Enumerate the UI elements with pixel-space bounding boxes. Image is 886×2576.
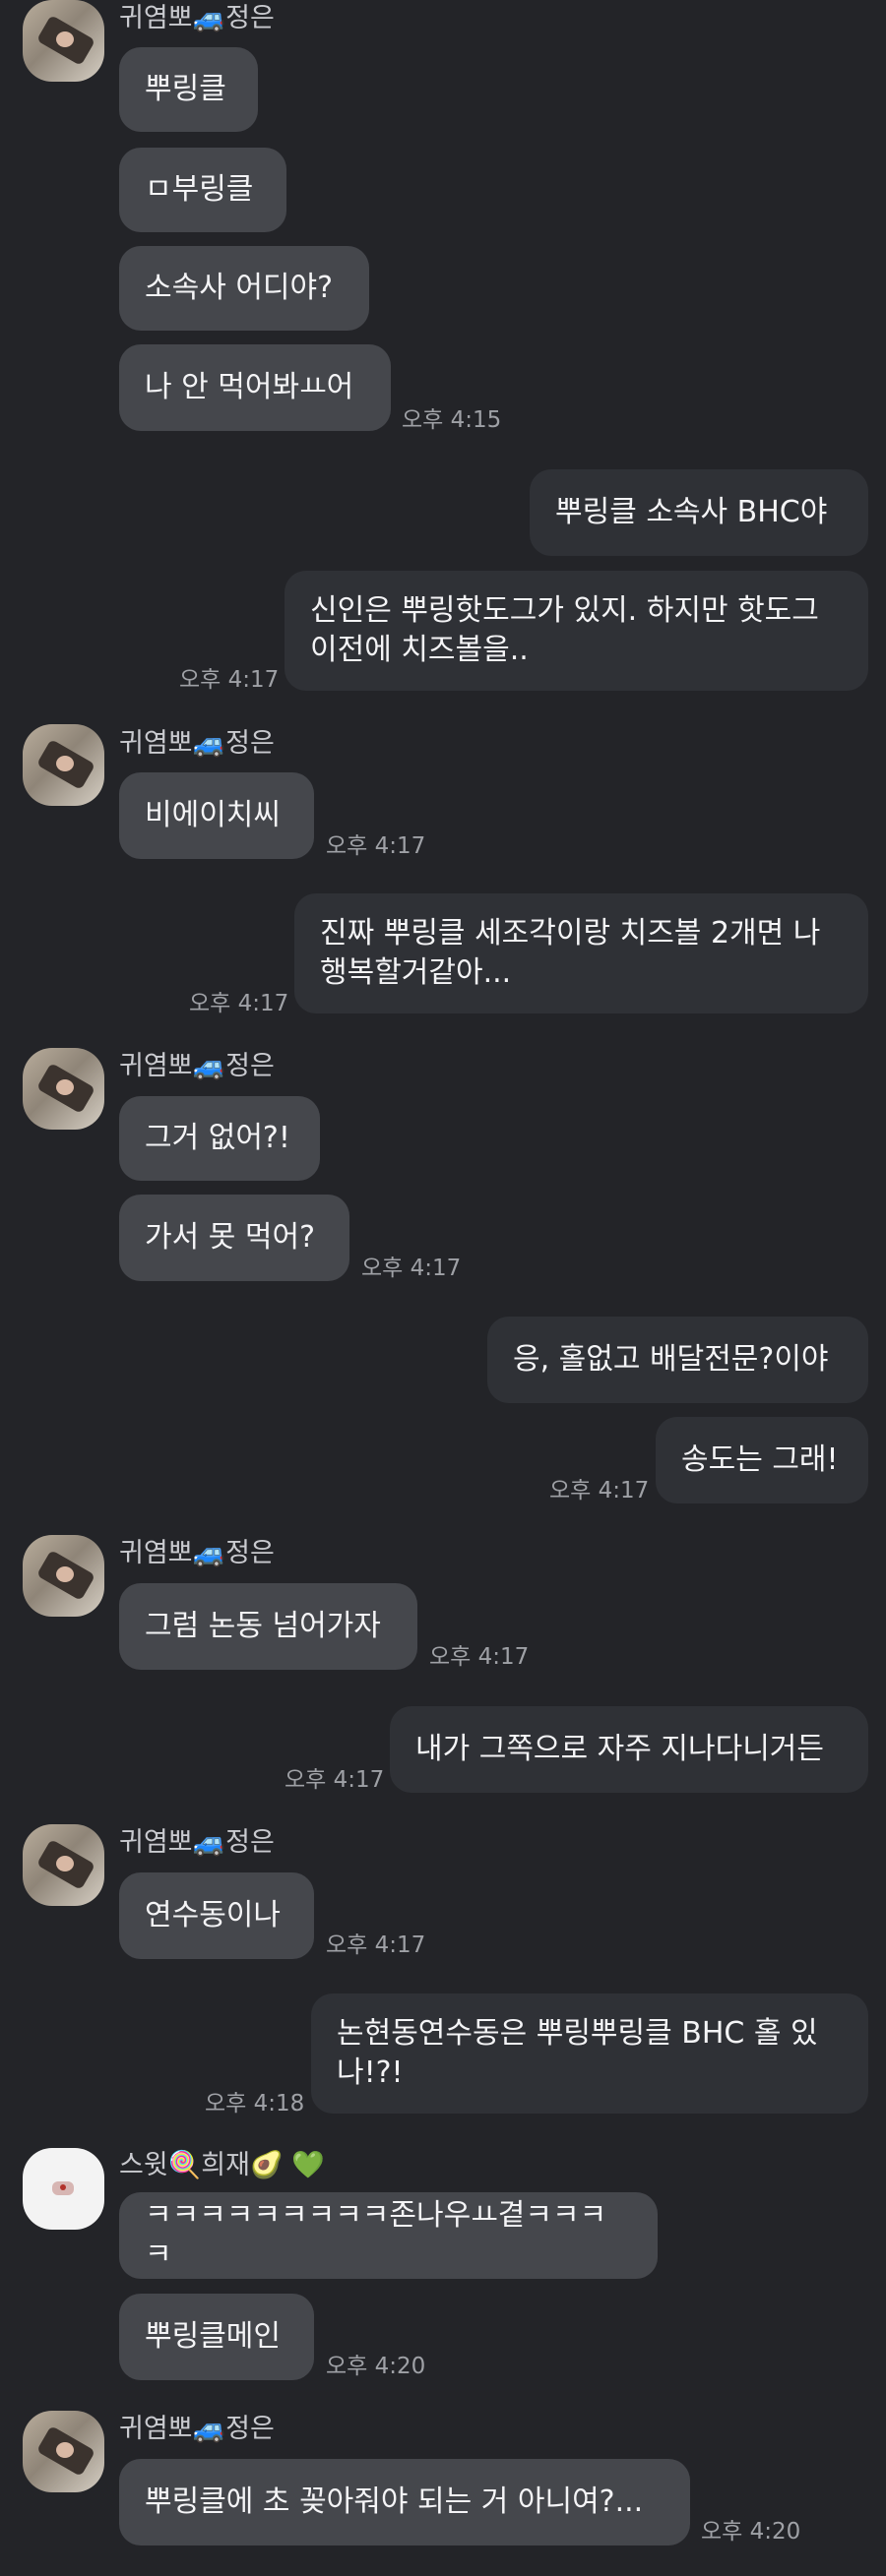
message-bubble[interactable]: 내가 그쪽으로 자주 지나다니거든 [390,1706,868,1793]
message-bubble[interactable]: 뿌링클 [119,47,258,132]
message-timestamp: 오후 4:17 [189,991,289,1016]
message-bubble[interactable]: 소속사 어디야? [119,246,369,331]
message-bubble[interactable]: 뿌링클메인 [119,2294,314,2380]
avatar[interactable] [23,1535,104,1617]
avatar-photo-face [56,31,74,47]
avatar-photo-face [56,1566,74,1582]
avatar[interactable] [23,0,104,82]
message-bubble[interactable]: 연수동이나 [119,1872,314,1959]
message-timestamp: 오후 4:17 [326,1932,426,1958]
message-timestamp: 오후 4:17 [285,1767,385,1793]
avatar-photo-face [56,1079,74,1095]
avatar-photo-face [56,1856,74,1871]
message-bubble[interactable]: 뿌링클에 초 꽂아줘야 되는 거 아니여?... [119,2459,690,2545]
message-timestamp: 오후 4:20 [701,2519,801,2545]
sender-name: 귀염뽀🚙정은 [119,1051,275,1081]
message-bubble[interactable]: ㅋㅋㅋㅋㅋㅋㅋㅋㅋ존나우ㅛ곁ㅋㅋㅋㅋ [119,2192,658,2279]
message-timestamp: 오후 4:20 [326,2354,426,2379]
sender-name: 귀염뽀🚙정은 [119,2414,275,2444]
avatar-logo [52,2181,74,2195]
message-bubble[interactable]: 가서 못 먹어? [119,1195,349,1281]
message-bubble[interactable]: 그럼 논동 넘어가자 [119,1583,417,1670]
sender-name: 귀염뽀🚙정은 [119,3,275,33]
message-bubble[interactable]: 신인은 뿌링핫도그가 있지. 하지만 핫도그 이전에 치즈볼을.. [285,571,868,691]
message-timestamp: 오후 4:17 [179,667,280,693]
message-bubble[interactable]: 논현동연수동은 뿌링뿌링클 BHC 홀 있 나!?! [311,1993,868,2114]
sender-name: 귀염뽀🚙정은 [119,728,275,759]
message-bubble[interactable]: 나 안 먹어봐ㅛ어 [119,344,391,431]
message-bubble[interactable]: 응, 홀없고 배달전문?이야 [487,1317,868,1403]
avatar[interactable] [23,1048,104,1130]
message-bubble[interactable]: 그거 없어?! [119,1096,320,1181]
avatar-photo-face [56,756,74,771]
message-bubble[interactable]: 송도는 그래! [656,1417,868,1503]
sender-name: 스윗🍭희재🥑 💚 [119,2150,325,2180]
message-bubble[interactable]: 비에이치씨 [119,772,314,859]
message-timestamp: 오후 4:17 [361,1256,462,1281]
message-timestamp: 오후 4:17 [326,833,426,859]
avatar[interactable] [23,724,104,806]
avatar-photo-face [56,2442,74,2458]
message-timestamp: 오후 4:18 [205,2091,305,2116]
message-timestamp: 오후 4:15 [402,407,502,433]
avatar[interactable] [23,1824,104,1906]
message-bubble[interactable]: ㅁ부링클 [119,148,286,232]
message-bubble[interactable]: 뿌링클 소속사 BHC야 [530,469,868,556]
message-bubble[interactable]: 진짜 뿌링클 세조각이랑 치즈볼 2개면 나 행복할거같아... [294,893,868,1013]
message-timestamp: 오후 4:17 [549,1478,650,1503]
avatar[interactable] [23,2411,104,2492]
message-timestamp: 오후 4:17 [429,1644,530,1670]
sender-name: 귀염뽀🚙정은 [119,1538,275,1568]
sender-name: 귀염뽀🚙정은 [119,1827,275,1858]
avatar[interactable] [23,2148,104,2230]
